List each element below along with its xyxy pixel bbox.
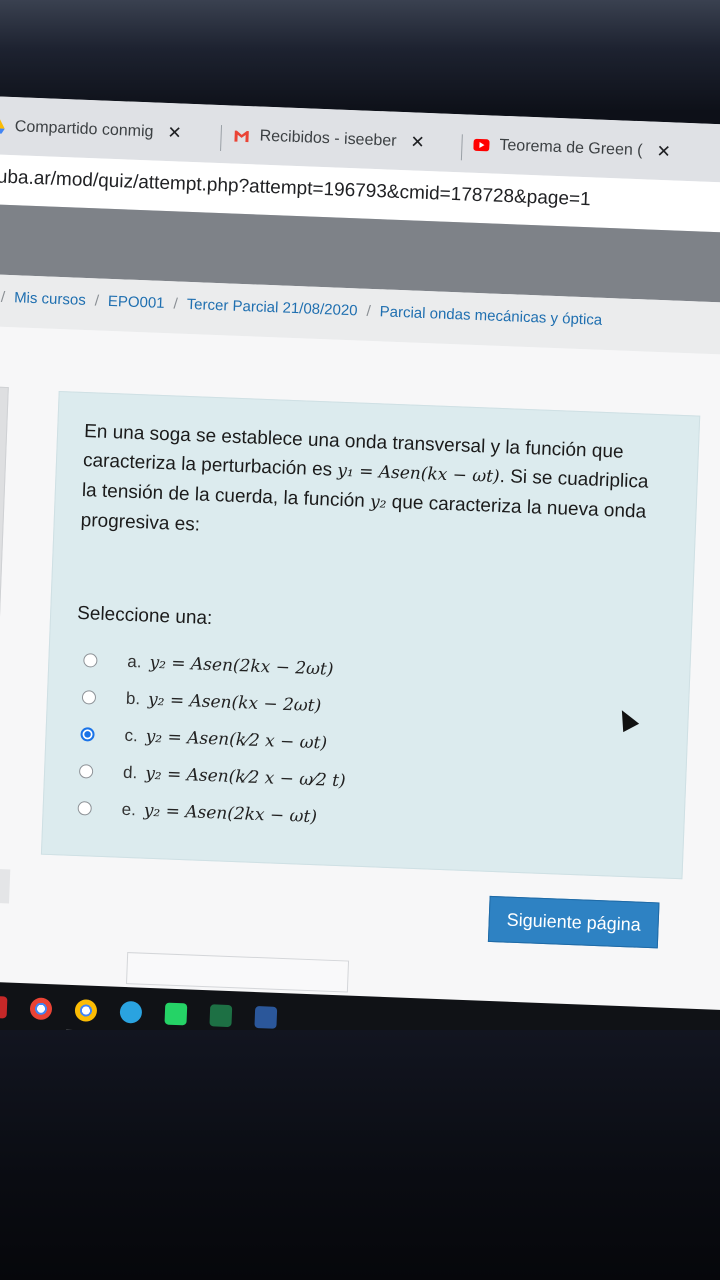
- breadcrumb-item[interactable]: EPO001: [108, 293, 165, 312]
- tab-label: Compartido conmig: [14, 118, 154, 141]
- gmail-icon: [234, 130, 249, 143]
- option-formula: y₂ = Asen(kx − 2ωt): [147, 689, 322, 716]
- option-formula: y₂ = Asen(k⁄2 x − ωt): [145, 726, 328, 754]
- tab-label: Recibidos - iseeber: [259, 127, 397, 150]
- tab-drive[interactable]: Compartido conmig ✕: [0, 110, 182, 149]
- close-icon[interactable]: ✕: [656, 142, 671, 163]
- monitor-bezel-top: [0, 0, 720, 110]
- radio-button-selected[interactable]: [80, 726, 95, 742]
- youtube-icon: [473, 138, 490, 152]
- word-icon[interactable]: [254, 1006, 278, 1029]
- option-formula: y₂ = Asen(2kx − ωt): [143, 800, 318, 827]
- question-info-card: a r: [0, 384, 9, 639]
- monitor-bezel-bottom: [0, 1030, 720, 1280]
- radio-button[interactable]: [83, 652, 98, 668]
- breadcrumb-item[interactable]: Parcial ondas mecánicas y óptica: [379, 303, 602, 329]
- formula: y₁ = Asen(kx − ωt): [336, 460, 501, 487]
- select-prompt: Seleccione una:: [76, 602, 213, 630]
- radio-button[interactable]: [81, 689, 97, 705]
- option-label: b.: [125, 688, 141, 708]
- tab-label: Teorema de Green (: [499, 136, 643, 160]
- tab-divider: [460, 134, 463, 161]
- option-label: d.: [122, 762, 138, 782]
- url-text[interactable]: uba.ar/mod/quiz/attempt.php?attempt=1967…: [0, 166, 591, 211]
- breadcrumb-item[interactable]: Tercer Parcial 21/08/2020: [186, 296, 357, 320]
- answer-options: a. y₂ = Asen(2kx − 2ωt) b. y₂ = Asen(kx …: [69, 641, 351, 836]
- tab-youtube[interactable]: Teorema de Green ( ✕: [473, 129, 672, 169]
- breadcrumb-item[interactable]: Mis cursos: [14, 289, 86, 309]
- option-label: a.: [127, 651, 142, 671]
- option-label: e.: [121, 799, 137, 819]
- option-formula: y₂ = Asen(k⁄2 x − ω⁄2 t): [144, 763, 347, 791]
- whatsapp-icon[interactable]: [164, 1002, 188, 1026]
- telegram-icon[interactable]: [119, 1000, 143, 1024]
- previous-page-button[interactable]: erior: [0, 866, 11, 904]
- formula: y₂: [369, 492, 387, 513]
- footer-box: [125, 952, 350, 993]
- chrome-icon[interactable]: [29, 997, 53, 1021]
- radio-button[interactable]: [77, 800, 92, 816]
- question-box: En una soga se establece una onda transv…: [40, 391, 701, 880]
- next-page-button[interactable]: Siguiente página: [487, 895, 660, 949]
- mouse-cursor-icon: [613, 706, 640, 733]
- question-text: En una soga se establece una onda transv…: [80, 417, 684, 558]
- close-icon[interactable]: ✕: [167, 123, 182, 144]
- tab-gmail[interactable]: Recibidos - iseeber ✕: [233, 120, 425, 159]
- main-content: a r En una soga se establece una onda tr…: [0, 324, 720, 1066]
- drive-icon: [0, 119, 5, 134]
- tab-divider: [220, 125, 223, 152]
- option-label: c.: [124, 725, 139, 745]
- option-formula: y₂ = Asen(2kx − 2ωt): [149, 652, 334, 680]
- close-icon[interactable]: ✕: [410, 132, 425, 153]
- radio-button[interactable]: [78, 763, 94, 779]
- chrome-icon[interactable]: [74, 999, 98, 1022]
- app-n-icon[interactable]: [0, 995, 8, 1019]
- screen: Compartido conmig ✕ Recibidos - iseeber …: [0, 95, 720, 1066]
- excel-icon[interactable]: [209, 1004, 233, 1028]
